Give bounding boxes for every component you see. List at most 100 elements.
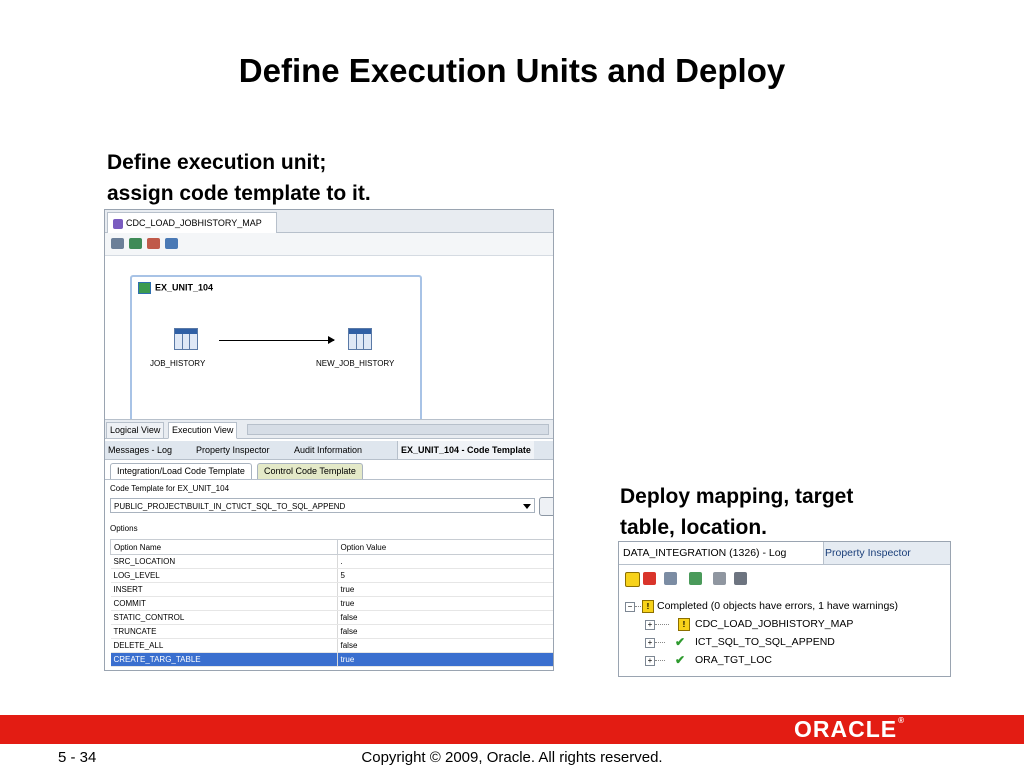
table-row[interactable]: INSERT true — [110, 582, 553, 597]
warning-icon: ! — [678, 618, 690, 631]
code-template-select[interactable]: PUBLIC_PROJECT\BUILT_IN_CT\ICT_SQL_TO_SQ… — [110, 498, 535, 513]
tab-logical-view[interactable]: Logical View — [106, 422, 165, 439]
mapping-canvas[interactable]: EX_UNIT_104 JOB_HISTORY NEW_JOB_HISTORY — [105, 256, 553, 424]
option-value[interactable]: false — [337, 610, 553, 625]
option-value[interactable]: true — [337, 652, 553, 667]
tree-connector — [655, 642, 665, 643]
option-name: DELETE_ALL — [110, 638, 338, 653]
options-label: Options — [110, 524, 138, 533]
warning-icon: ! — [642, 600, 654, 613]
warning-filter-icon[interactable] — [625, 572, 640, 587]
source-table-label: JOB_HISTORY — [150, 359, 206, 368]
tab-control-code-template[interactable]: Control Code Template — [257, 463, 363, 479]
tab-property-inspector[interactable]: Property Inspector — [193, 441, 273, 459]
slide-title: Define Execution Units and Deploy — [238, 52, 786, 89]
table-row[interactable]: COMMIT true — [110, 596, 553, 611]
log-toolbar — [619, 565, 950, 593]
code-template-label: Code Template for EX_UNIT_104 — [110, 484, 230, 493]
expand-icon[interactable]: + — [645, 620, 655, 630]
caption-line: table, location. — [620, 516, 768, 539]
table-row-selected[interactable]: CREATE_TARG_TABLE true — [110, 652, 553, 667]
code-template-subtabs: Integration/Load Code Template Control C… — [105, 462, 553, 480]
caption-line: assign code template to it. — [107, 182, 371, 205]
tree-node-label: Completed (0 objects have errors, 1 have… — [657, 600, 899, 612]
options-table: Option Name Option Value SRC_LOCATION. L… — [110, 539, 553, 667]
option-value[interactable]: true — [337, 596, 553, 611]
oracle-logo: ORACLE® — [794, 716, 905, 743]
horizontal-scrollbar[interactable] — [247, 424, 549, 435]
success-check-icon: ✔ — [675, 653, 686, 667]
table-row[interactable]: TRUNCATE false — [110, 624, 553, 639]
tab-property-inspector[interactable]: Property Inspector — [821, 542, 915, 564]
table-row[interactable]: DELETE_ALL false — [110, 638, 553, 653]
tree-node-mapping[interactable]: + ! CDC_LOAD_JOBHISTORY_MAP — [619, 615, 950, 633]
tree-connector — [635, 606, 641, 607]
execution-unit-header: EX_UNIT_104 — [138, 282, 213, 294]
tree-node-location[interactable]: + ✔ ORA_TGT_LOC — [619, 651, 950, 669]
option-value[interactable]: false — [337, 624, 553, 639]
source-table-icon[interactable] — [174, 328, 198, 350]
tab-integration-load-code-template[interactable]: Integration/Load Code Template — [110, 463, 252, 479]
caption-deploy: Deploy mapping, target table, location. — [620, 481, 853, 543]
tree-node-label: ORA_TGT_LOC — [695, 654, 773, 666]
tree-connector — [655, 660, 665, 661]
toolbar-tool-icon[interactable] — [129, 238, 142, 249]
expand-icon[interactable]: + — [645, 638, 655, 648]
option-value[interactable]: . — [337, 554, 553, 569]
error-filter-icon[interactable] — [643, 572, 656, 585]
chevron-down-icon — [523, 504, 531, 509]
data-flow-arrow — [219, 336, 335, 344]
caption-define-execution-unit: Define execution unit; assign code templ… — [107, 147, 371, 209]
expand-icon[interactable]: + — [645, 656, 655, 666]
caption-line: Deploy mapping, target — [620, 485, 854, 508]
mapping-toolbar — [105, 233, 553, 256]
mapping-icon — [113, 218, 123, 229]
table-row[interactable]: SRC_LOCATION. — [110, 554, 553, 569]
target-table-label: NEW_JOB_HISTORY — [316, 359, 395, 368]
caption-line: Define execution unit; — [107, 151, 327, 174]
collapse-icon[interactable]: − — [625, 602, 635, 612]
tab-mapping[interactable]: CDC_LOAD_JOBHISTORY_MAP — [107, 212, 277, 233]
option-name: LOG_LEVEL — [110, 568, 338, 583]
tree-node-code-template[interactable]: + ✔ ICT_SQL_TO_SQL_APPEND — [619, 633, 950, 651]
table-row[interactable]: STATIC_CONTROL false — [110, 610, 553, 625]
execution-unit-icon — [138, 282, 151, 294]
column-header-option-value[interactable]: Option Value — [336, 539, 553, 555]
search-button[interactable] — [539, 497, 553, 516]
table-row[interactable]: LOG_LEVEL 5 — [110, 568, 553, 583]
option-value[interactable]: true — [337, 582, 553, 597]
arrow-right-icon[interactable] — [664, 572, 677, 585]
code-template-value: PUBLIC_PROJECT\BUILT_IN_CT\ICT_SQL_TO_SQ… — [114, 502, 346, 511]
tab-messages-log[interactable]: Messages - Log — [105, 441, 175, 459]
target-table-icon[interactable] — [348, 328, 372, 350]
toolbar-tool-icon[interactable] — [147, 238, 160, 249]
registered-mark: ® — [898, 716, 906, 725]
deploy-icon[interactable] — [689, 572, 702, 585]
tab-data-integration-log[interactable]: DATA_INTEGRATION (1326) - Log — [619, 542, 824, 564]
option-name: INSERT — [110, 582, 338, 597]
toolbar-tool-icon[interactable] — [111, 238, 124, 249]
toolbar-tool-icon[interactable] — [165, 238, 178, 249]
option-value[interactable]: false — [337, 638, 553, 653]
bottom-panel-tabs: Messages - Log Property Inspector Audit … — [105, 441, 553, 460]
column-header-option-name[interactable]: Option Name — [110, 539, 338, 555]
success-check-icon: ✔ — [675, 635, 686, 649]
tab-code-template[interactable]: EX_UNIT_104 - Code Template — [397, 441, 534, 459]
tree-connector — [655, 624, 669, 625]
option-name: TRUNCATE — [110, 624, 338, 639]
user-icon[interactable] — [713, 572, 726, 585]
deploy-log-screenshot: DATA_INTEGRATION (1326) - Log Property I… — [618, 541, 951, 677]
logo-text: ORACLE — [794, 716, 898, 742]
option-value[interactable]: 5 — [337, 568, 553, 583]
execution-unit-box[interactable]: EX_UNIT_104 JOB_HISTORY NEW_JOB_HISTORY — [130, 275, 422, 424]
copyright-notice: Copyright © 2009, Oracle. All rights res… — [361, 749, 663, 766]
tab-mapping-label: CDC_LOAD_JOBHISTORY_MAP — [126, 218, 262, 228]
tree-node-completed[interactable]: − ! Completed (0 objects have errors, 1 … — [619, 597, 950, 615]
tab-execution-view[interactable]: Execution View — [168, 422, 238, 439]
tab-audit-information[interactable]: Audit Information — [291, 441, 365, 459]
option-name: STATIC_CONTROL — [110, 610, 338, 625]
editor-tab-bar: CDC_LOAD_JOBHISTORY_MAP — [105, 210, 553, 233]
copy-icon[interactable] — [734, 572, 747, 585]
option-name: COMMIT — [110, 596, 338, 611]
view-tabs: Logical View Execution View — [105, 419, 553, 439]
